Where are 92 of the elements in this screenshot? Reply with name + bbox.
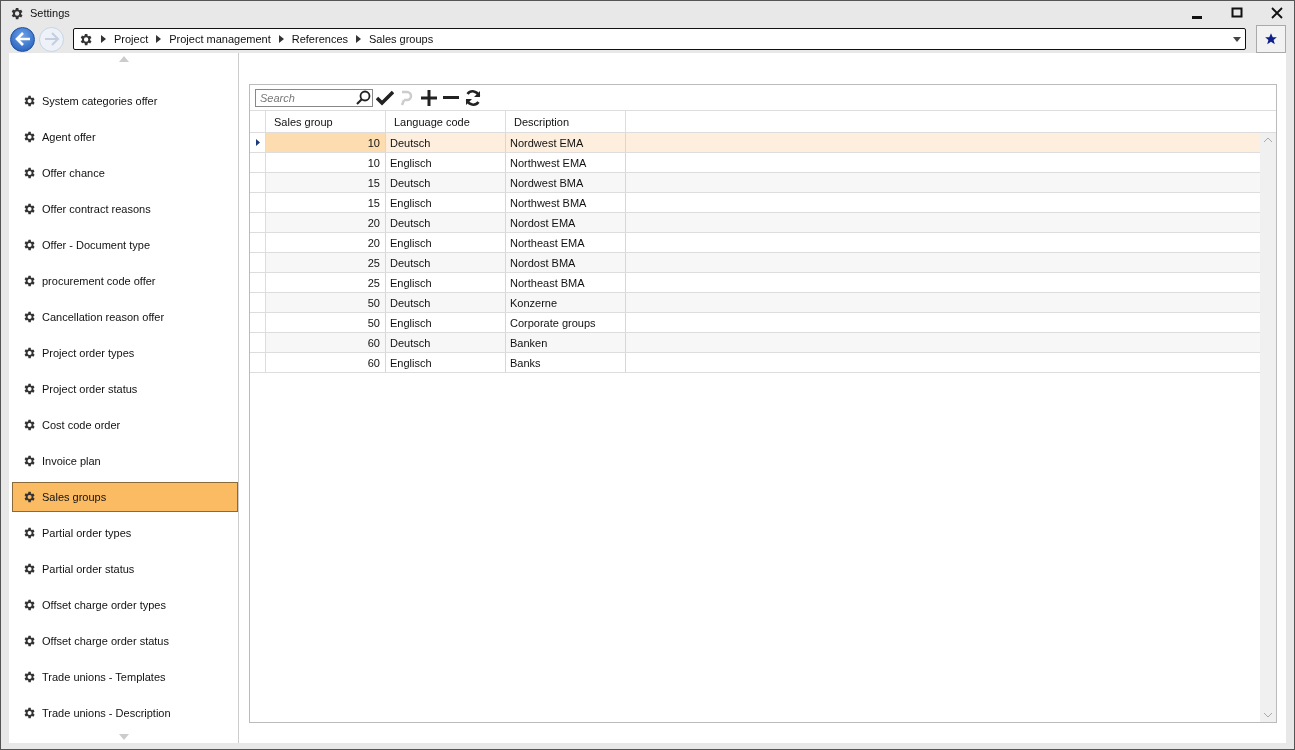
- table-cell: Nordost BMA: [506, 253, 626, 272]
- gear-icon: [22, 94, 36, 108]
- window-title: Settings: [30, 7, 71, 19]
- table-cell: Nordwest EMA: [506, 133, 626, 152]
- minimize-icon: [1192, 15, 1202, 19]
- gear-icon: [22, 346, 36, 360]
- refresh-icon: [463, 88, 482, 107]
- sidebar-item[interactable]: Cost code order: [12, 410, 238, 440]
- sidebar-item[interactable]: Offer contract reasons: [12, 194, 238, 224]
- table-cell: 20: [266, 213, 386, 232]
- plus-icon: [419, 88, 438, 107]
- table-cell: Nordost EMA: [506, 213, 626, 232]
- gear-icon: [78, 31, 93, 47]
- chevron-right-icon: [356, 35, 361, 43]
- gear-icon: [22, 670, 36, 684]
- table-cell: 15: [266, 173, 386, 192]
- sidebar-item[interactable]: Trade unions - Templates: [12, 662, 238, 692]
- minus-icon: [442, 96, 459, 99]
- chevron-right-icon: [101, 35, 106, 43]
- column-header[interactable]: Language code: [386, 111, 506, 132]
- sidebar-item[interactable]: Trade unions - Description: [12, 698, 238, 728]
- breadcrumb-link[interactable]: Sales groups: [369, 33, 434, 45]
- close-icon: [1271, 7, 1283, 19]
- gear-icon: [22, 418, 36, 432]
- gear-icon: [22, 238, 36, 252]
- table-row[interactable]: 20 Englisch Northeast EMA: [250, 233, 1260, 253]
- breadcrumb-link[interactable]: Project management: [169, 33, 271, 45]
- sidebar-item[interactable]: Project order types: [12, 338, 238, 368]
- table-cell: Banken: [506, 333, 626, 352]
- sidebar-item[interactable]: Invoice plan: [12, 446, 238, 476]
- dropdown-caret-icon[interactable]: [1233, 36, 1241, 42]
- column-header[interactable]: Description: [506, 111, 626, 132]
- search-field[interactable]: Search: [255, 88, 373, 107]
- gear-icon: [22, 634, 36, 648]
- gear-icon: [22, 526, 36, 540]
- table-row[interactable]: 10 Englisch Northwest EMA: [250, 153, 1260, 173]
- sidebar-item[interactable]: Cancellation reason offer: [12, 302, 238, 332]
- gear-icon: [22, 166, 36, 180]
- gear-icon: [22, 130, 36, 144]
- gear-icon: [22, 562, 36, 576]
- gear-icon: [22, 490, 36, 504]
- gear-icon: [22, 310, 36, 324]
- sidebar-item[interactable]: Project order status: [12, 374, 238, 404]
- checkmark-icon: [375, 89, 394, 106]
- sidebar-item[interactable]: Partial order types: [12, 518, 238, 548]
- column-header[interactable]: Sales group: [266, 111, 386, 132]
- undo-icon: [399, 88, 414, 107]
- sidebar-item[interactable]: Sales groups: [12, 482, 238, 512]
- sidebar-item[interactable]: Agent offer: [12, 122, 238, 152]
- sidebar-item[interactable]: procurement code offer: [12, 266, 238, 296]
- gear-icon: [9, 5, 24, 21]
- table-cell: Deutsch: [386, 173, 506, 192]
- gear-icon: [22, 454, 36, 468]
- arrow-left-icon: [14, 32, 31, 46]
- sidebar-item[interactable]: Offer chance: [12, 158, 238, 188]
- arrow-right-icon: [43, 32, 60, 46]
- table-cell: Nordwest BMA: [506, 173, 626, 192]
- gear-icon: [22, 202, 36, 216]
- table-row[interactable]: 25 Englisch Northeast BMA: [250, 273, 1260, 293]
- add-button[interactable]: [418, 87, 439, 108]
- sidebar-item[interactable]: Offset charge order status: [12, 626, 238, 656]
- table-cell: 25: [266, 253, 386, 272]
- gear-icon: [22, 382, 36, 396]
- table-cell: Deutsch: [386, 213, 506, 232]
- table-cell: 50: [266, 293, 386, 312]
- sidebar-item[interactable]: Partial order status: [12, 554, 238, 584]
- breadcrumb-link[interactable]: References: [291, 33, 348, 45]
- table-cell: Deutsch: [386, 133, 506, 152]
- table-row[interactable]: 50 Englisch Corporate groups: [250, 313, 1260, 333]
- table-cell: Deutsch: [386, 293, 506, 312]
- table-cell: Deutsch: [386, 253, 506, 272]
- chevron-right-icon: [278, 35, 284, 43]
- table-cell: Konzerne: [506, 293, 626, 312]
- chevron-right-icon: [156, 35, 162, 43]
- sidebar-item[interactable]: Offer - Document type: [12, 230, 238, 260]
- table-cell: 10: [266, 133, 386, 152]
- breadcrumb-link[interactable]: Project: [114, 33, 149, 45]
- sidebar-item[interactable]: Offset charge order types: [12, 590, 238, 620]
- gear-icon: [22, 598, 36, 612]
- star-icon: [1264, 32, 1278, 46]
- table-row[interactable]: 15 Englisch Northwest BMA: [250, 193, 1260, 213]
- table-cell: 60: [266, 333, 386, 352]
- gear-icon: [22, 274, 36, 288]
- table-row[interactable]: 60 Englisch Banks: [250, 353, 1260, 373]
- sidebar-item[interactable]: System categories offer: [12, 86, 238, 116]
- gear-icon: [22, 706, 36, 720]
- back-button[interactable]: [10, 26, 35, 52]
- table-cell: Deutsch: [386, 333, 506, 352]
- row-pointer-icon: [255, 139, 260, 146]
- favorite-button[interactable]: [1256, 25, 1286, 53]
- maximize-icon: [1231, 7, 1243, 19]
- search-icon: [355, 89, 371, 106]
